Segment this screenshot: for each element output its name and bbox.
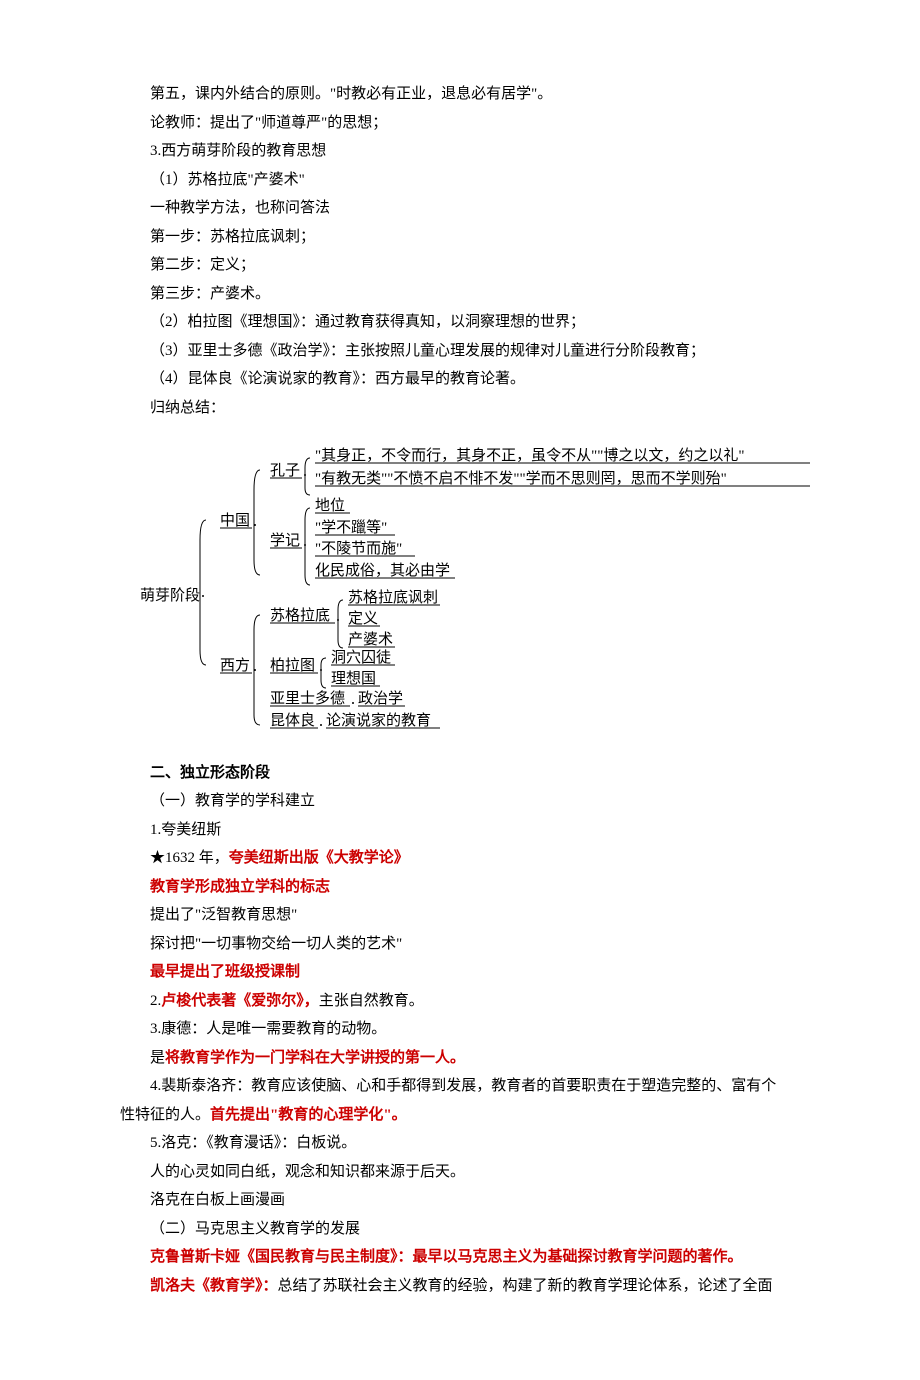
summary-diagram: 萌芽阶段 中国 孔子 "其身正，不令而行，其身不正，虽令不从""博之以文，约之以… bbox=[140, 440, 800, 741]
branch-china: 中国 bbox=[220, 512, 250, 529]
diagram-svg: 萌芽阶段 中国 孔子 "其身正，不令而行，其身不正，虽令不从""博之以文，约之以… bbox=[140, 440, 820, 730]
text-line: 论教师：提出了"师道尊严"的思想； bbox=[120, 109, 800, 138]
text-line: 2.卢梭代表著《爱弥尔》，主张自然教育。 bbox=[120, 987, 800, 1016]
text-line: 最早提出了班级授课制 bbox=[120, 958, 800, 987]
text-line: 人的心灵如同白纸，观念和知识都来源于后天。 bbox=[120, 1158, 800, 1187]
text-line: 第五，课内外结合的原则。"时教必有正业，退息必有居学"。 bbox=[120, 80, 800, 109]
text-line: （1）苏格拉底"产婆术" bbox=[120, 166, 800, 195]
leaf-kongzi-2: "有教无类""不愤不启不悱不发""学而不思则罔，思而不学则殆" bbox=[315, 470, 727, 487]
leaf-xueji-4: 化民成俗，其必由学 bbox=[315, 562, 450, 579]
section-bottom-tail: 性特征的人。首先提出"教育的心理学化"。5.洛克：《教育漫话》：白板说。人的心灵… bbox=[120, 1101, 800, 1301]
text-line: 3.康德：人是唯一需要教育的动物。 bbox=[120, 1015, 800, 1044]
text-line: 第一步：苏格拉底讽刺； bbox=[120, 223, 800, 252]
leaf-soc-3: 产婆术 bbox=[348, 631, 393, 648]
leaf-plato-1: 洞穴囚徒 bbox=[331, 649, 391, 666]
text-line: 第二步：定义； bbox=[120, 251, 800, 280]
text-line: 4.裴斯泰洛齐：教育应该使脑、心和手都得到发展，教育者的首要职责在于塑造完整的、… bbox=[120, 1072, 800, 1101]
section-bottom: 二、独立形态阶段（一）教育学的学科建立1.夸美纽斯★1632 年，夸美纽斯出版《… bbox=[120, 759, 800, 1101]
section-top: 第五，课内外结合的原则。"时教必有正业，退息必有居学"。论教师：提出了"师道尊严… bbox=[120, 80, 800, 422]
leaf-arist-1: 政治学 bbox=[358, 690, 403, 707]
node-quint: 昆体良 bbox=[270, 712, 315, 729]
node-plato: 柏拉图 bbox=[270, 657, 315, 674]
leaf-xueji-2: "学不躐等" bbox=[315, 518, 387, 536]
text-line: ★1632 年，夸美纽斯出版《大教学论》 bbox=[120, 844, 800, 873]
node-xueji: 学记 bbox=[270, 532, 300, 549]
text-line: 提出了"泛智教育思想" bbox=[120, 901, 800, 930]
text-line: （二）马克思主义教育学的发展 bbox=[120, 1215, 800, 1244]
text-line: 是将教育学作为一门学科在大学讲授的第一人。 bbox=[120, 1044, 800, 1073]
leaf-xueji-3: "不陵节而施" bbox=[315, 540, 402, 557]
text-line: 第三步：产婆术。 bbox=[120, 280, 800, 309]
text-line: （2）柏拉图《理想国》：通过教育获得真知，以洞察理想的世界； bbox=[120, 308, 800, 337]
text-line: 凯洛夫《教育学》：总结了苏联社会主义教育的经验，构建了新的教育学理论体系，论述了… bbox=[120, 1272, 800, 1301]
text-line: 克鲁普斯卡娅《国民教育与民主制度》：最早以马克思主义为基础探讨教育学问题的著作。 bbox=[120, 1243, 800, 1272]
text-line: 洛克在白板上画漫画 bbox=[120, 1186, 800, 1215]
text-line: （4）昆体良《论演说家的教育》：西方最早的教育论著。 bbox=[120, 365, 800, 394]
text-line: 1.夸美纽斯 bbox=[120, 816, 800, 845]
leaf-xueji-1: 地位 bbox=[315, 497, 345, 514]
leaf-soc-2: 定义 bbox=[348, 610, 378, 627]
leaf-plato-2: 理想国 bbox=[331, 670, 376, 687]
document-page: 第五，课内外结合的原则。"时教必有正业，退息必有居学"。论教师：提出了"师道尊严… bbox=[0, 0, 920, 1380]
leaf-soc-1: 苏格拉底讽刺 bbox=[348, 589, 438, 606]
leaf-kongzi-1: "其身正，不令而行，其身不正，虽令不从""博之以文，约之以礼" bbox=[315, 447, 745, 464]
text-line: 一种教学方法，也称问答法 bbox=[120, 194, 800, 223]
branch-west: 西方 bbox=[220, 657, 250, 674]
text-line: 二、独立形态阶段 bbox=[120, 759, 800, 788]
text-line: 归纳总结： bbox=[120, 394, 800, 423]
node-socrates: 苏格拉底 bbox=[270, 607, 330, 624]
text-line: 教育学形成独立学科的标志 bbox=[120, 873, 800, 902]
text-line: 性特征的人。首先提出"教育的心理学化"。 bbox=[120, 1101, 800, 1130]
diagram-root: 萌芽阶段 bbox=[140, 587, 200, 604]
text-line: （3）亚里士多德《政治学》：主张按照儿童心理发展的规律对儿童进行分阶段教育； bbox=[120, 337, 800, 366]
text-line: （一）教育学的学科建立 bbox=[120, 787, 800, 816]
text-line: 探讨把"一切事物交给一切人类的艺术" bbox=[120, 930, 800, 959]
node-aristotle: 亚里士多德 bbox=[270, 689, 345, 707]
leaf-quint-1: 论演说家的教育 bbox=[326, 712, 431, 729]
node-kongzi: 孔子 bbox=[270, 462, 300, 479]
text-line: 5.洛克：《教育漫话》：白板说。 bbox=[120, 1129, 800, 1158]
text-line: 3.西方萌芽阶段的教育思想 bbox=[120, 137, 800, 166]
